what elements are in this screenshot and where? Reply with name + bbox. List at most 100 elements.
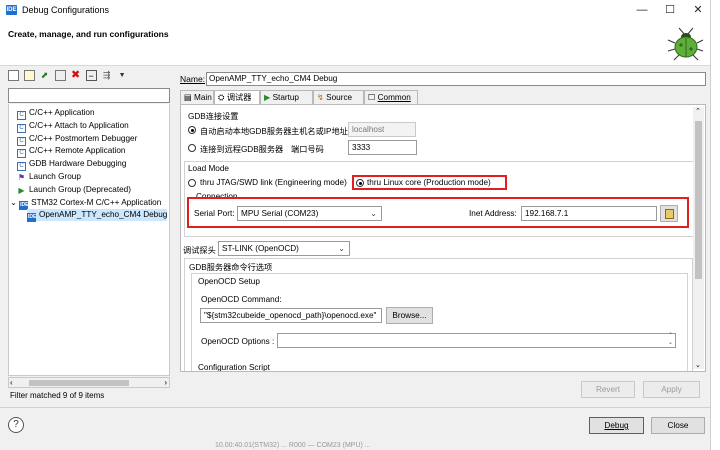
probe-select[interactable]: ST-LINK (OpenOCD) ⌄ (218, 241, 350, 256)
filter-input[interactable] (8, 88, 170, 103)
tree-item[interactable]: ⌄ IDE STM32 Cortex-M C/C++ Application (10, 197, 162, 210)
delete-icon[interactable]: ✖ (70, 70, 81, 81)
tree-item[interactable]: C GDB Hardware Debugging (17, 158, 127, 172)
chevron-down-icon[interactable]: ▼ (117, 70, 128, 81)
tree-item[interactable]: C C/C++ Application (17, 107, 95, 120)
load-mode-label: Load Mode (188, 164, 229, 173)
tree-item[interactable]: C C/C++ Attach to Application (17, 120, 129, 133)
chevron-down-icon[interactable]: ⌄ (10, 198, 19, 207)
export-icon[interactable]: ⬈ (39, 70, 50, 81)
config-toolbar: ⬈ ✖ − ⇶ ▼ (8, 70, 174, 84)
app-icon: IDE (6, 5, 17, 15)
openocd-options-input[interactable]: ⌃ ⌄ (277, 333, 676, 348)
tree-item[interactable]: ⚑ Launch Group (17, 171, 81, 183)
debugger-panel: GDB连接设置 自动启动本地GDB服务器 主机名或IP地址 localhost … (180, 104, 706, 372)
tab-source[interactable]: ↯ Source (313, 90, 364, 104)
revert-button[interactable]: Revert (581, 381, 635, 398)
tree-item-label: C/C++ Application (29, 108, 95, 117)
tree-item-label: C/C++ Postmortem Debugger (29, 133, 138, 143)
collapse-all-icon[interactable]: − (85, 70, 97, 82)
host-label: 主机名或IP地址 (291, 127, 348, 136)
close-window-button[interactable]: ✕ (686, 2, 710, 18)
play-icon: ▶ (17, 185, 26, 196)
openocd-setup-label: OpenOCD Setup (198, 277, 260, 286)
inet-address-input[interactable]: 192.168.7.1 (521, 206, 657, 221)
openocd-options-label: OpenOCD Options : (201, 337, 275, 346)
gdb-section-label: GDB连接设置 (188, 112, 239, 121)
jtag-radio[interactable] (188, 179, 196, 187)
background-console-text: 10.00:40.01(STM32) ... R000 — COM23 (MPU… (215, 442, 371, 449)
gdb-cmd-label: GDB服务器命令行选项 (189, 263, 273, 272)
scroll-thumb[interactable] (695, 121, 702, 279)
apply-button[interactable]: Apply (643, 381, 700, 398)
paste-button[interactable] (660, 205, 678, 222)
config-script-label: Configuration Script (198, 363, 270, 372)
serial-port-label: Serial Port: (194, 209, 235, 218)
tree-item-label: C/C++ Remote Application (29, 146, 126, 156)
tab-debugger[interactable]: ⛭ 调试器 (214, 90, 260, 105)
host-input[interactable]: localhost (348, 122, 416, 137)
tree-item[interactable]: C C/C++ Postmortem Debugger (17, 133, 138, 146)
c-icon: C (17, 111, 26, 120)
name-input[interactable]: OpenAMP_TTY_echo_CM4 Debug (206, 72, 706, 86)
panel-vertical-scrollbar[interactable]: ⌃ ⌄ (693, 107, 704, 369)
new-config-icon[interactable] (8, 70, 19, 82)
chevron-down-icon: ⌄ (370, 209, 377, 218)
tree-item-label: STM32 Cortex-M C/C++ Application (31, 197, 162, 207)
tree-item-label: GDB Hardware Debugging (29, 159, 127, 169)
launch-group-icon: ⚑ (17, 173, 26, 183)
duplicate-icon[interactable] (54, 70, 66, 82)
help-icon[interactable]: ? (8, 417, 24, 433)
remote-gdb-radio[interactable] (188, 144, 196, 152)
c-icon: C (17, 123, 26, 133)
chevron-down-icon: ⌄ (338, 244, 345, 253)
tree-item[interactable]: C C/C++ Remote Application (17, 145, 126, 159)
stepper-icon: ⌃ ⌄ (667, 333, 673, 346)
port-input[interactable]: 3333 (348, 140, 417, 155)
probe-label: 调试探头 (183, 246, 216, 255)
config-tree: C C/C++ Application C C/C++ Attach to Appli… (8, 104, 170, 376)
dialog-header: Create, manage, and run configurations (0, 20, 710, 66)
tree-item-label: C/C++ Attach to Application (29, 120, 129, 130)
maximize-button[interactable]: ☐ (658, 2, 682, 18)
tab-common[interactable]: ☐ Common (364, 90, 418, 104)
new-prototype-icon[interactable] (23, 70, 35, 82)
minimize-button[interactable]: — (630, 2, 654, 18)
linux-radio[interactable] (356, 179, 364, 187)
openocd-cmd-input[interactable]: "${stm32cubeide_openocd_path}\openocd.ex… (200, 308, 382, 323)
close-button[interactable]: Close (651, 417, 705, 434)
scroll-thumb[interactable] (29, 380, 129, 386)
inet-label: Inet Address: (469, 209, 517, 218)
background-window-edge (710, 0, 720, 450)
scroll-up-icon[interactable]: ⌃ (695, 107, 701, 115)
ide-icon: IDE (27, 213, 37, 223)
tree-item-label: Launch Group (29, 172, 81, 181)
linux-label: thru Linux core (Production mode) (367, 178, 491, 187)
clipboard-icon (664, 209, 674, 219)
tab-startup[interactable]: ▶ Startup (260, 90, 313, 104)
tab-main[interactable]: ▤ Main (180, 90, 214, 104)
window-title: Debug Configurations (22, 5, 110, 15)
filter-icon[interactable]: ⇶ (101, 70, 112, 81)
browse-button[interactable]: Browse... (386, 307, 433, 324)
openocd-cmd-label: OpenOCD Command: (201, 295, 282, 304)
bug-icon (667, 27, 704, 61)
name-label: Name: (180, 74, 206, 84)
c-icon: C (17, 149, 26, 159)
filter-status: Filter matched 9 of 9 items (10, 391, 105, 400)
local-gdb-label: 自动启动本地GDB服务器 (200, 127, 292, 136)
c-icon: C (17, 162, 26, 172)
tree-item[interactable]: ▶ Launch Group (Deprecated) (17, 184, 131, 196)
scroll-down-icon[interactable]: ⌄ (695, 361, 701, 369)
tree-horizontal-scrollbar[interactable]: ‹ › (8, 377, 170, 388)
scroll-right-icon[interactable]: › (164, 378, 167, 387)
remote-gdb-label: 连接到远程GDB服务器 (200, 145, 284, 154)
header-title: Create, manage, and run configurations (8, 29, 169, 39)
serial-port-select[interactable]: MPU Serial (COM23) ⌄ (237, 206, 382, 221)
tree-item[interactable]: IDE OpenAMP_TTY_echo_CM4 Debug (27, 209, 168, 223)
jtag-label: thru JTAG/SWD link (Engineering mode) (200, 178, 347, 187)
scroll-left-icon[interactable]: ‹ (10, 378, 13, 387)
tree-item-label: OpenAMP_TTY_echo_CM4 Debug (39, 210, 168, 220)
local-gdb-radio[interactable] (188, 126, 196, 134)
debug-button[interactable]: Debug (589, 417, 644, 434)
